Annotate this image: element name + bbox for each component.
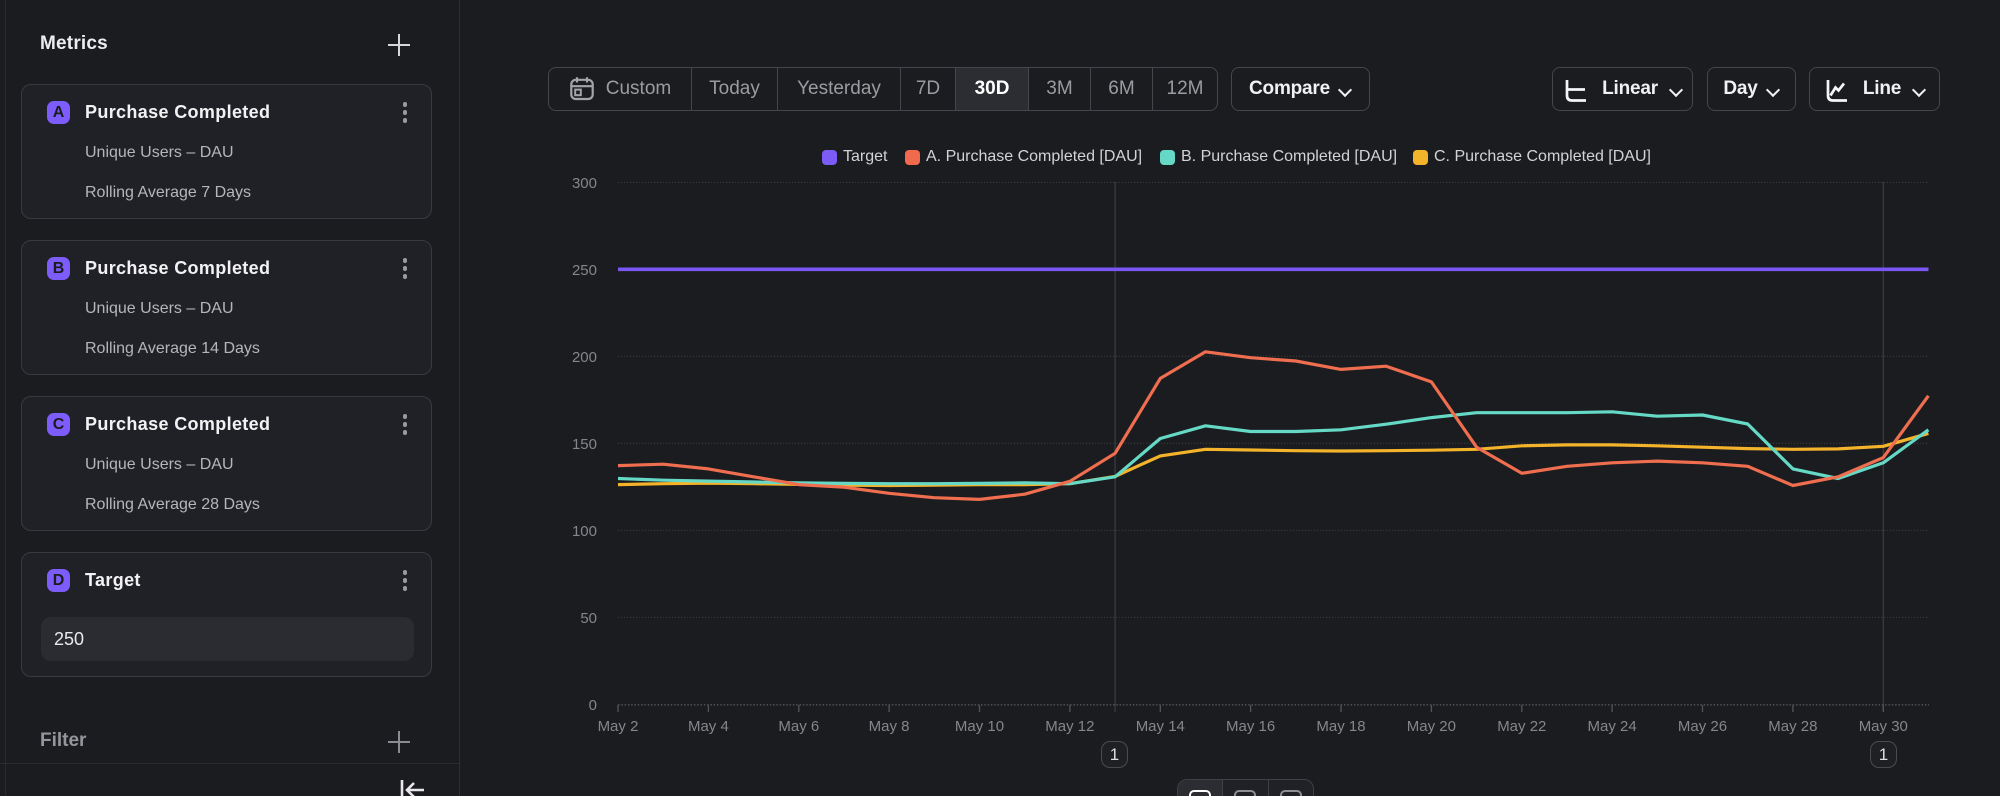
svg-text:100: 100: [572, 523, 597, 540]
svg-text:May 20: May 20: [1407, 718, 1456, 735]
svg-text:May 12: May 12: [1045, 718, 1094, 735]
svg-text:50: 50: [580, 610, 597, 627]
svg-text:250: 250: [572, 262, 597, 279]
svg-text:May 26: May 26: [1678, 718, 1727, 735]
svg-text:May 2: May 2: [598, 718, 639, 735]
svg-text:May 4: May 4: [688, 718, 729, 735]
svg-text:150: 150: [572, 436, 597, 453]
svg-text:May 28: May 28: [1768, 718, 1817, 735]
svg-text:May 16: May 16: [1226, 718, 1275, 735]
svg-text:May 14: May 14: [1136, 718, 1185, 735]
svg-text:May 22: May 22: [1497, 718, 1546, 735]
svg-text:May 6: May 6: [778, 718, 819, 735]
svg-text:May 10: May 10: [955, 718, 1004, 735]
svg-text:200: 200: [572, 349, 597, 366]
svg-text:May 8: May 8: [869, 718, 910, 735]
svg-text:May 18: May 18: [1316, 718, 1365, 735]
svg-text:0: 0: [589, 697, 597, 714]
svg-text:300: 300: [572, 175, 597, 192]
svg-text:May 30: May 30: [1859, 718, 1908, 735]
svg-text:May 24: May 24: [1587, 718, 1636, 735]
